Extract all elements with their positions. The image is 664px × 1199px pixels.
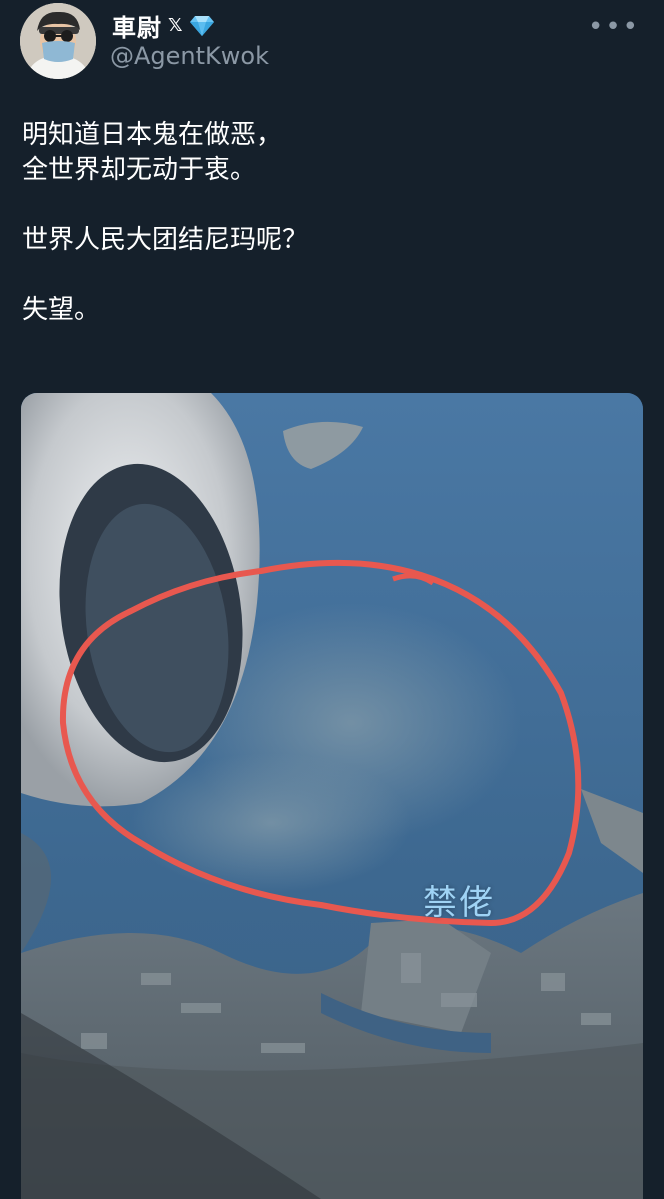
name-row: 車尉 𝕏	[112, 8, 215, 43]
display-name[interactable]: 車尉	[112, 8, 162, 43]
tweet-line: 世界人民大团结尼玛呢？	[22, 225, 309, 255]
x-badge: 𝕏	[168, 15, 183, 36]
tweet: 車尉 𝕏 @AgentKwok ••• 明知道日本鬼在做恶， 全世界却无动于衷。…	[0, 0, 664, 1199]
tweet-line: 明知道日本鬼在做恶，	[22, 120, 283, 150]
avatar[interactable]	[20, 3, 96, 79]
tweet-text: 明知道日本鬼在做恶， 全世界却无动于衷。 世界人民大团结尼玛呢？ 失望。	[22, 118, 642, 328]
diamond-icon	[189, 15, 214, 36]
tweet-line: 失望。	[22, 295, 101, 325]
avatar-photo	[20, 3, 96, 79]
tweet-line: 全世界却无动于衷。	[22, 155, 257, 185]
tweet-image[interactable]: 禁佬	[21, 393, 643, 1199]
user-handle[interactable]: @AgentKwok	[110, 42, 269, 70]
more-options-icon[interactable]: •••	[588, 14, 640, 40]
image-overlay-text: 禁佬	[423, 883, 495, 923]
aerial-photo	[21, 393, 643, 1199]
